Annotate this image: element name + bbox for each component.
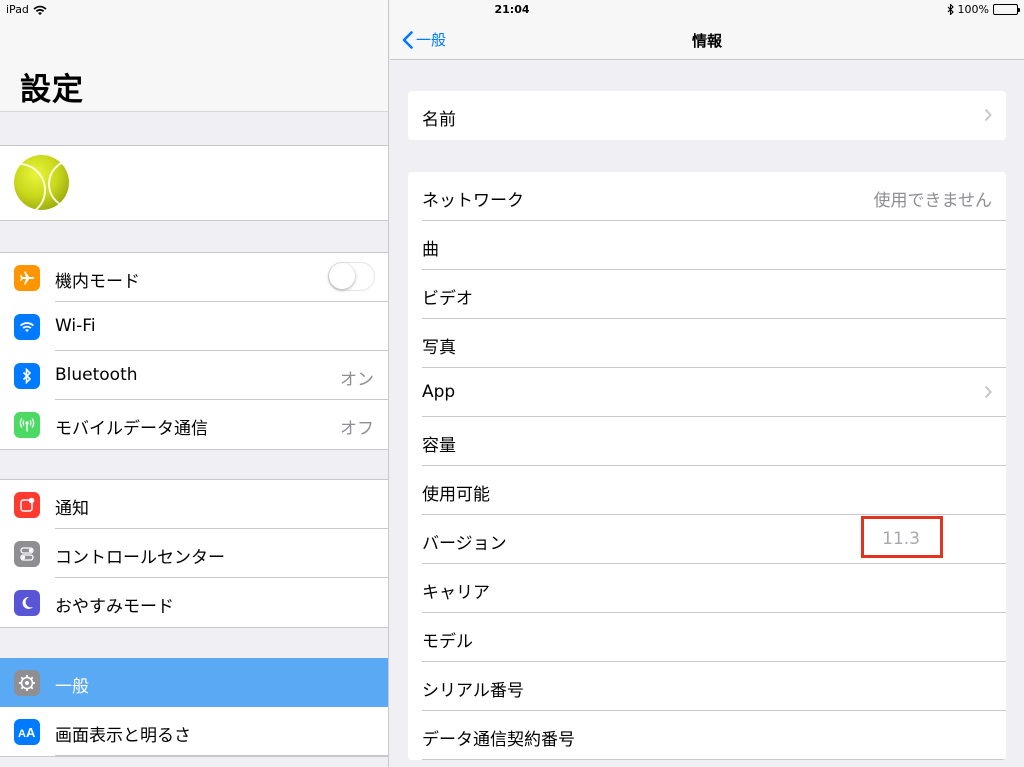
row-serial-number: シリアル番号 xyxy=(408,662,1006,711)
row-label: モデル xyxy=(422,632,473,652)
name-card: 名前 xyxy=(408,91,1006,140)
row-label: 名前 xyxy=(422,110,456,130)
row-label: 曲 xyxy=(422,240,439,260)
row-label: 写真 xyxy=(422,338,456,358)
divider xyxy=(422,759,1006,760)
status-time: 21:04 xyxy=(494,3,530,16)
mobile-data-status: オフ xyxy=(340,419,374,439)
row-songs: 曲 xyxy=(408,221,1006,270)
bluetooth-status: オン xyxy=(340,370,374,390)
row-carrier: キャリア xyxy=(408,564,1006,613)
sidebar-item-mobile-data[interactable]: モバイルデータ通信 オフ xyxy=(0,400,388,449)
status-bar: iPad 21:04 100% xyxy=(0,0,1024,20)
sidebar-item-label: おやすみモード xyxy=(55,597,174,617)
row-data-contract-number: データ通信契約番号 xyxy=(408,711,1006,760)
toggle-knob xyxy=(329,263,355,289)
bluetooth-icon xyxy=(14,363,40,389)
sidebar-item-label: 通知 xyxy=(55,499,89,519)
row-apps[interactable]: App xyxy=(408,368,1006,417)
sidebar-item-airplane-mode[interactable]: 機内モード xyxy=(0,253,388,302)
row-label: App xyxy=(422,382,456,402)
sidebar-item-control-center[interactable]: コントロールセンター xyxy=(0,529,388,578)
sidebar-item-notifications[interactable]: 通知 xyxy=(0,480,388,529)
sidebar-title: 設定 xyxy=(20,72,84,108)
antenna-icon xyxy=(14,412,40,438)
sidebar-item-label: 一般 xyxy=(55,677,89,697)
row-label: ネットワーク xyxy=(422,191,524,211)
wifi-icon xyxy=(14,314,40,340)
row-label: シリアル番号 xyxy=(422,681,524,701)
sidebar-item-label: モバイルデータ通信 xyxy=(55,419,208,439)
gear-icon xyxy=(14,670,40,696)
text-size-icon: AA xyxy=(14,719,40,745)
row-available: 使用可能 xyxy=(408,466,1006,515)
moon-icon xyxy=(14,590,40,616)
row-label: キャリア xyxy=(422,583,490,603)
notification-icon xyxy=(14,492,40,518)
sidebar-item-label: コントロールセンター xyxy=(55,548,225,568)
row-network: ネットワーク 使用できません xyxy=(408,172,1006,221)
version-highlight-box xyxy=(861,516,943,558)
profile-row[interactable] xyxy=(0,145,388,221)
svg-text:A: A xyxy=(18,728,26,738)
row-videos: ビデオ xyxy=(408,270,1006,319)
row-photos: 写真 xyxy=(408,319,1006,368)
battery-icon xyxy=(993,4,1020,15)
about-panel: 一般 情報 名前 ネットワーク 使用できません 曲 ビデオ 写真 App 容量 … xyxy=(390,0,1024,767)
sidebar-item-label: Wi-Fi xyxy=(55,316,96,336)
sidebar-item-display-brightness[interactable]: AA 画面表示と明るさ xyxy=(0,707,388,756)
row-label: バージョン xyxy=(422,534,507,554)
connectivity-group: 機内モード Wi-Fi Bluetooth オン モバイルデータ通信 オフ xyxy=(0,252,388,450)
network-value: 使用できません xyxy=(873,191,993,211)
switches-icon xyxy=(14,541,40,567)
settings-sidebar: 設定 機内モード Wi-Fi Bluetooth オン モバイルデータ通信 オフ… xyxy=(0,0,389,767)
battery-percent: 100% xyxy=(957,3,989,16)
chevron-right-icon xyxy=(984,385,992,399)
row-name[interactable]: 名前 xyxy=(408,91,1006,140)
sidebar-item-bluetooth[interactable]: Bluetooth オン xyxy=(0,351,388,400)
row-model: モデル xyxy=(408,613,1006,662)
sidebar-item-label: 画面表示と明るさ xyxy=(55,726,191,746)
general-group: 一般 AA 画面表示と明るさ xyxy=(0,658,388,757)
info-card: ネットワーク 使用できません 曲 ビデオ 写真 App 容量 使用可能 バージョ… xyxy=(408,172,1006,760)
chevron-right-icon xyxy=(984,108,992,122)
row-label: データ通信契約番号 xyxy=(422,730,575,750)
airplane-icon xyxy=(14,265,40,291)
airplane-mode-toggle[interactable] xyxy=(328,262,375,291)
row-label: 容量 xyxy=(422,436,456,456)
row-label: ビデオ xyxy=(422,289,473,309)
sidebar-item-label: Bluetooth xyxy=(55,365,138,385)
sidebar-item-do-not-disturb[interactable]: おやすみモード xyxy=(0,578,388,627)
sidebar-item-label: 機内モード xyxy=(55,272,140,292)
avatar xyxy=(14,155,69,210)
row-capacity: 容量 xyxy=(408,417,1006,466)
page-title: 情報 xyxy=(691,32,722,50)
notifications-group: 通知 コントロールセンター おやすみモード xyxy=(0,479,388,628)
sidebar-item-wifi[interactable]: Wi-Fi xyxy=(0,302,388,351)
divider xyxy=(55,755,388,756)
bluetooth-status-icon xyxy=(947,4,954,15)
sidebar-item-general[interactable]: 一般 xyxy=(0,658,388,707)
row-label: 使用可能 xyxy=(422,485,490,505)
svg-text:A: A xyxy=(26,726,36,738)
